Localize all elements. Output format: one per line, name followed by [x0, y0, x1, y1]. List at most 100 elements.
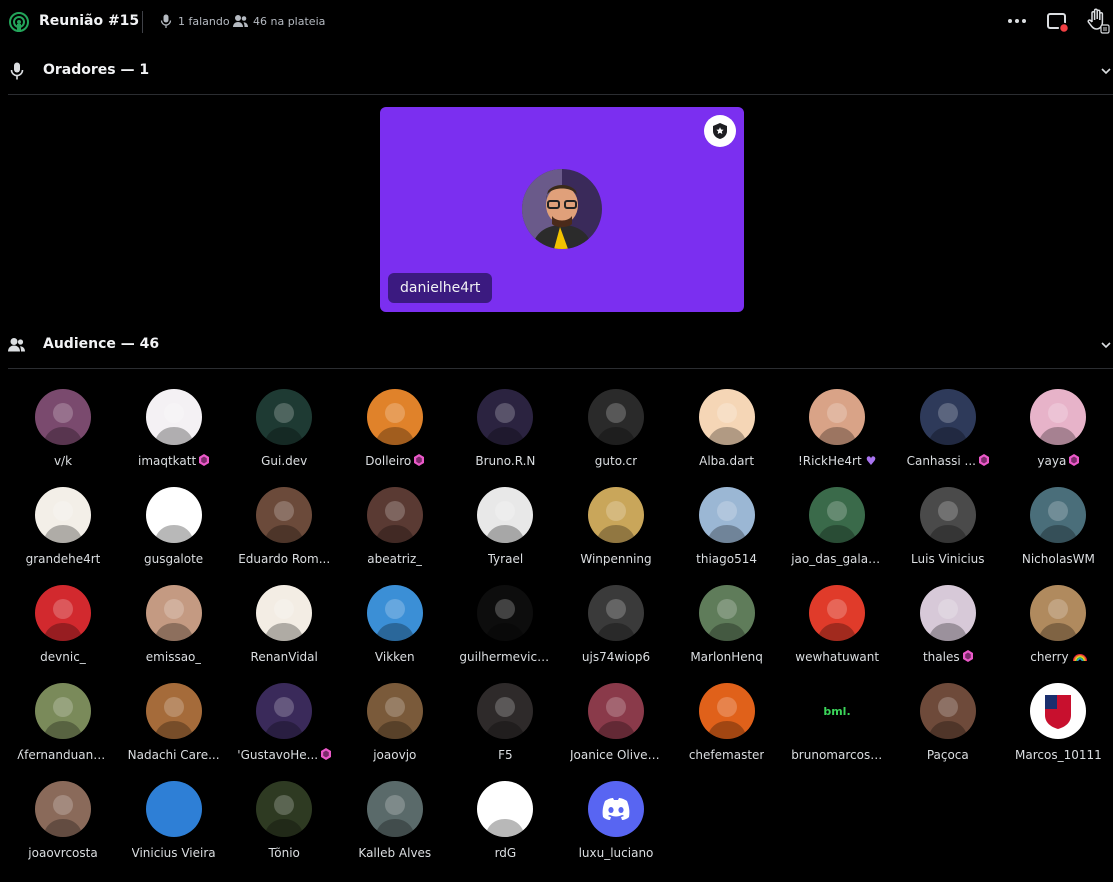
- audience-member[interactable]: joaovrcosta: [8, 781, 118, 879]
- audience-avatar[interactable]: [809, 585, 866, 641]
- audience-member[interactable]: Marcos_10111: [1003, 683, 1113, 781]
- audience-avatar[interactable]: [256, 683, 313, 739]
- audience-member[interactable]: Kalleb Alves: [340, 781, 450, 879]
- audience-avatar[interactable]: [919, 487, 976, 543]
- discord-default-avatar-icon[interactable]: [588, 781, 644, 837]
- audience-avatar[interactable]: [145, 585, 202, 641]
- audience-member[interactable]: NicholasWM: [1003, 487, 1113, 585]
- audience-member[interactable]: 'GustavoHe...: [229, 683, 339, 781]
- audience-avatar[interactable]: [588, 487, 644, 543]
- audience-avatar[interactable]: [35, 585, 91, 641]
- audience-avatar[interactable]: [145, 683, 202, 739]
- audience-member[interactable]: joaovjo: [340, 683, 450, 781]
- audience-member[interactable]: Winpenning: [561, 487, 671, 585]
- audience-avatar[interactable]: [477, 781, 534, 837]
- audience-avatar[interactable]: [145, 781, 202, 837]
- audience-member[interactable]: Bruno.R.N: [450, 389, 560, 487]
- audience-member[interactable]: cherry: [1003, 585, 1113, 683]
- audience-avatar[interactable]: [477, 389, 534, 445]
- audience-avatar[interactable]: [698, 487, 755, 543]
- speakers-section-header[interactable]: Oradores — 1: [0, 57, 1113, 87]
- club-crest-avatar[interactable]: [1030, 683, 1087, 739]
- audience-avatar[interactable]: [919, 683, 976, 739]
- audience-avatar[interactable]: [366, 585, 423, 641]
- audience-avatar[interactable]: [35, 389, 91, 445]
- audience-avatar[interactable]: [809, 389, 866, 445]
- audience-member[interactable]: Joanice Olivei...: [561, 683, 671, 781]
- audience-member[interactable]: Gui.dev: [229, 389, 339, 487]
- audience-avatar[interactable]: [1030, 389, 1087, 445]
- chevron-down-icon[interactable]: [1099, 338, 1113, 352]
- chevron-down-icon[interactable]: [1099, 64, 1113, 78]
- audience-member[interactable]: Alba.dart: [672, 389, 782, 487]
- audience-member[interactable]: abeatriz_: [340, 487, 450, 585]
- audience-member[interactable]: grandehe4rt: [8, 487, 118, 585]
- popout-screen-icon[interactable]: [1046, 10, 1070, 34]
- audience-avatar[interactable]: [588, 683, 644, 739]
- audience-avatar[interactable]: [588, 389, 644, 445]
- audience-member[interactable]: Dolleiro: [340, 389, 450, 487]
- audience-member[interactable]: MarlonHenq: [672, 585, 782, 683]
- audience-member[interactable]: imaqtkatt: [119, 389, 229, 487]
- audience-avatar[interactable]: [477, 585, 534, 641]
- audience-avatar[interactable]: [477, 487, 534, 543]
- audience-avatar[interactable]: [588, 585, 644, 641]
- audience-member[interactable]: devnic_: [8, 585, 118, 683]
- audience-avatar[interactable]: [1030, 585, 1087, 641]
- audience-member[interactable]: yaya: [1003, 389, 1113, 487]
- audience-avatar[interactable]: [366, 781, 423, 837]
- audience-member[interactable]: thales: [893, 585, 1003, 683]
- audience-member[interactable]: luxu_luciano: [561, 781, 671, 879]
- audience-avatar[interactable]: [35, 683, 91, 739]
- audience-avatar[interactable]: [698, 389, 755, 445]
- audience-avatar[interactable]: [477, 683, 534, 739]
- audience-member[interactable]: emissao_: [119, 585, 229, 683]
- audience-avatar[interactable]: [698, 585, 755, 641]
- audience-member[interactable]: guilhermevictor: [450, 585, 560, 683]
- audience-member[interactable]: !RickHe4rt ♥: [782, 389, 892, 487]
- audience-member[interactable]: bml. brunomarcosl...: [782, 683, 892, 781]
- audience-member[interactable]: chefemaster: [672, 683, 782, 781]
- audience-member[interactable]: Tõnio: [229, 781, 339, 879]
- audience-avatar[interactable]: [256, 487, 313, 543]
- audience-member[interactable]: Luis Vinicius: [893, 487, 1003, 585]
- audience-avatar[interactable]: [919, 389, 976, 445]
- audience-avatar[interactable]: [698, 683, 755, 739]
- audience-member[interactable]: ujs74wiop6: [561, 585, 671, 683]
- raise-hand-icon[interactable]: [1086, 8, 1110, 34]
- audience-avatar[interactable]: [145, 487, 202, 543]
- audience-member[interactable]: rdG: [450, 781, 560, 879]
- audience-member[interactable]: thiago514: [672, 487, 782, 585]
- audience-section-header[interactable]: Audience — 46: [0, 331, 1113, 361]
- audience-member[interactable]: Eduardo Rom...: [229, 487, 339, 585]
- audience-member[interactable]: ʎfernanduand...: [8, 683, 118, 781]
- audience-member[interactable]: Tyrael: [450, 487, 560, 585]
- audience-avatar[interactable]: [256, 585, 313, 641]
- audience-member[interactable]: Nadachi Care...: [119, 683, 229, 781]
- audience-member[interactable]: jao_das_galax...: [782, 487, 892, 585]
- audience-member[interactable]: Canhassi ...: [893, 389, 1003, 487]
- audience-avatar[interactable]: [366, 487, 423, 543]
- audience-avatar[interactable]: [919, 585, 976, 641]
- audience-member[interactable]: Vinicius Vieira: [119, 781, 229, 879]
- speaker-tile[interactable]: danielhe4rt: [380, 107, 744, 312]
- audience-avatar[interactable]: [809, 487, 866, 543]
- audience-avatar[interactable]: [35, 781, 91, 837]
- audience-avatar[interactable]: bml.: [809, 683, 866, 739]
- audience-member[interactable]: Vikken: [340, 585, 450, 683]
- audience-avatar[interactable]: [1030, 487, 1087, 543]
- audience-member[interactable]: Paçoca: [893, 683, 1003, 781]
- audience-avatar[interactable]: [256, 389, 313, 445]
- audience-member[interactable]: wewhatuwant: [782, 585, 892, 683]
- audience-avatar[interactable]: [35, 487, 91, 543]
- audience-avatar[interactable]: [145, 389, 202, 445]
- audience-avatar[interactable]: [366, 389, 423, 445]
- audience-member[interactable]: guto.cr: [561, 389, 671, 487]
- audience-avatar[interactable]: [366, 683, 423, 739]
- more-options-icon[interactable]: [1006, 14, 1028, 28]
- audience-member[interactable]: RenanVidal: [229, 585, 339, 683]
- audience-avatar[interactable]: [256, 781, 313, 837]
- audience-member[interactable]: F5: [450, 683, 560, 781]
- audience-member[interactable]: gusgalote: [119, 487, 229, 585]
- audience-member[interactable]: v/k: [8, 389, 118, 487]
